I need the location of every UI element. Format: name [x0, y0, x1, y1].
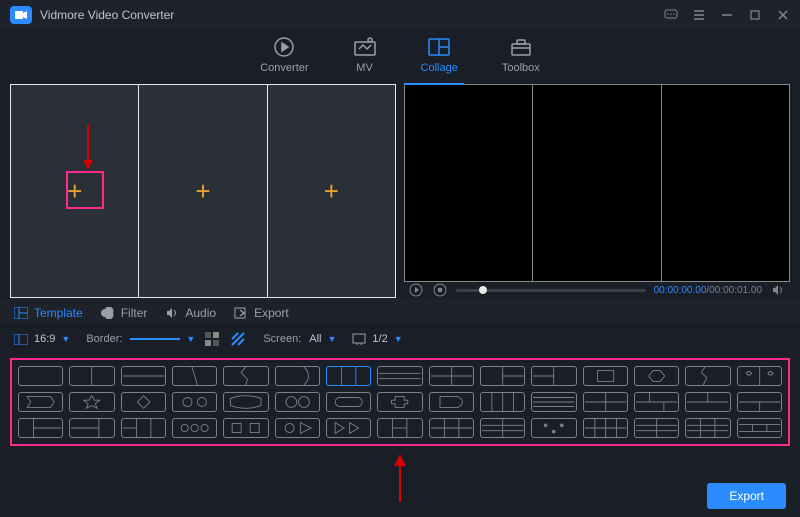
- template-item[interactable]: [377, 418, 422, 438]
- template-item[interactable]: [685, 418, 730, 438]
- preview-cell: [405, 85, 533, 281]
- time-display: 00:00:00.00/00:00:01.00: [654, 285, 762, 296]
- template-item[interactable]: [275, 392, 320, 412]
- close-button[interactable]: [776, 8, 790, 22]
- template-item[interactable]: [172, 366, 217, 386]
- template-item[interactable]: [172, 418, 217, 438]
- template-item[interactable]: [737, 366, 782, 386]
- template-item[interactable]: [121, 418, 166, 438]
- add-icon: +: [324, 176, 339, 207]
- tab-mv[interactable]: MV: [353, 36, 377, 74]
- screen-label: Screen:: [263, 333, 301, 345]
- menu-icon[interactable]: [692, 8, 706, 22]
- edit-panel: + + +: [10, 84, 396, 298]
- template-item[interactable]: [583, 366, 628, 386]
- subtab-filter[interactable]: Filter: [101, 306, 148, 320]
- template-item[interactable]: [69, 366, 114, 386]
- border-label: Border:: [86, 333, 122, 345]
- border-style-dropdown[interactable]: ▼: [130, 334, 195, 344]
- subtab-export[interactable]: Export: [234, 306, 289, 320]
- preview-cell: [662, 85, 789, 281]
- feedback-icon[interactable]: [664, 8, 678, 22]
- template-item[interactable]: [531, 366, 576, 386]
- template-item[interactable]: [377, 392, 422, 412]
- main-area: + + + 00:00:00.00/00:00:01.00: [0, 84, 800, 298]
- stop-button[interactable]: [432, 282, 448, 298]
- template-item[interactable]: [69, 418, 114, 438]
- add-icon: +: [67, 176, 82, 207]
- template-item[interactable]: [275, 418, 320, 438]
- chevron-down-icon: ▼: [394, 334, 403, 344]
- template-item[interactable]: [377, 366, 422, 386]
- maximize-button[interactable]: [748, 8, 762, 22]
- template-item[interactable]: [737, 418, 782, 438]
- add-icon: +: [195, 176, 210, 207]
- template-item[interactable]: [326, 418, 371, 438]
- template-item[interactable]: [429, 418, 474, 438]
- template-item[interactable]: [18, 418, 63, 438]
- template-item[interactable]: [634, 392, 679, 412]
- preview-panel: 00:00:00.00/00:00:01.00: [404, 84, 790, 298]
- template-item[interactable]: [223, 392, 268, 412]
- minimize-button[interactable]: [720, 8, 734, 22]
- options-bar: 16:9 ▼ Border: ▼ Screen: All ▼ 1/2 ▼: [0, 324, 800, 356]
- template-item[interactable]: [685, 392, 730, 412]
- tab-converter[interactable]: Converter: [260, 36, 308, 74]
- collage-cell-3[interactable]: +: [268, 85, 395, 297]
- zoom-dropdown[interactable]: 1/2 ▼: [352, 333, 402, 345]
- main-tabs: Converter MV Collage Toolbox: [0, 30, 800, 84]
- subtab-audio[interactable]: Audio: [165, 306, 216, 320]
- template-item[interactable]: [737, 392, 782, 412]
- chevron-down-icon: ▼: [328, 334, 337, 344]
- chevron-down-icon: ▼: [61, 334, 70, 344]
- sub-tabs: Template Filter Audio Export: [0, 298, 800, 324]
- chevron-down-icon: ▼: [186, 334, 195, 344]
- template-item[interactable]: [685, 366, 730, 386]
- template-item[interactable]: [121, 366, 166, 386]
- collage-cell-1[interactable]: +: [11, 85, 139, 297]
- aspect-ratio-dropdown[interactable]: 16:9 ▼: [14, 333, 70, 345]
- screen-dropdown[interactable]: All ▼: [309, 333, 336, 345]
- template-item[interactable]: [69, 392, 114, 412]
- template-item[interactable]: [634, 366, 679, 386]
- template-item[interactable]: [172, 392, 217, 412]
- template-item[interactable]: [223, 418, 268, 438]
- template-item[interactable]: [531, 392, 576, 412]
- template-item[interactable]: [18, 366, 63, 386]
- collage-cell-2[interactable]: +: [139, 85, 267, 297]
- preview-active-indicator: [404, 83, 464, 85]
- timeline-scrubber[interactable]: [456, 289, 646, 292]
- border-pattern-button[interactable]: [229, 330, 247, 348]
- template-item[interactable]: [429, 366, 474, 386]
- template-item[interactable]: [480, 418, 525, 438]
- player-controls: 00:00:00.00/00:00:01.00: [404, 280, 790, 300]
- titlebar: Vidmore Video Converter: [0, 0, 800, 30]
- volume-button[interactable]: [770, 282, 786, 298]
- tab-collage[interactable]: Collage: [421, 36, 458, 74]
- template-item[interactable]: [480, 366, 525, 386]
- template-item[interactable]: [583, 418, 628, 438]
- template-grid: [10, 358, 790, 446]
- template-item[interactable]: [634, 418, 679, 438]
- app-logo: [10, 6, 32, 24]
- app-title: Vidmore Video Converter: [40, 8, 174, 22]
- export-button[interactable]: Export: [707, 483, 786, 509]
- template-item[interactable]: [121, 392, 166, 412]
- tab-toolbox[interactable]: Toolbox: [502, 36, 540, 74]
- template-item[interactable]: [531, 418, 576, 438]
- template-item[interactable]: [480, 392, 525, 412]
- subtab-template[interactable]: Template: [14, 306, 83, 320]
- annotation-arrow-templates: [393, 454, 407, 502]
- play-button[interactable]: [408, 282, 424, 298]
- border-color-button[interactable]: [203, 330, 221, 348]
- template-item[interactable]: [18, 392, 63, 412]
- template-item[interactable]: [583, 392, 628, 412]
- template-item[interactable]: [223, 366, 268, 386]
- preview-cell: [533, 85, 661, 281]
- template-item[interactable]: [275, 366, 320, 386]
- template-item[interactable]: [429, 392, 474, 412]
- template-item-active[interactable]: [326, 366, 371, 386]
- template-item[interactable]: [326, 392, 371, 412]
